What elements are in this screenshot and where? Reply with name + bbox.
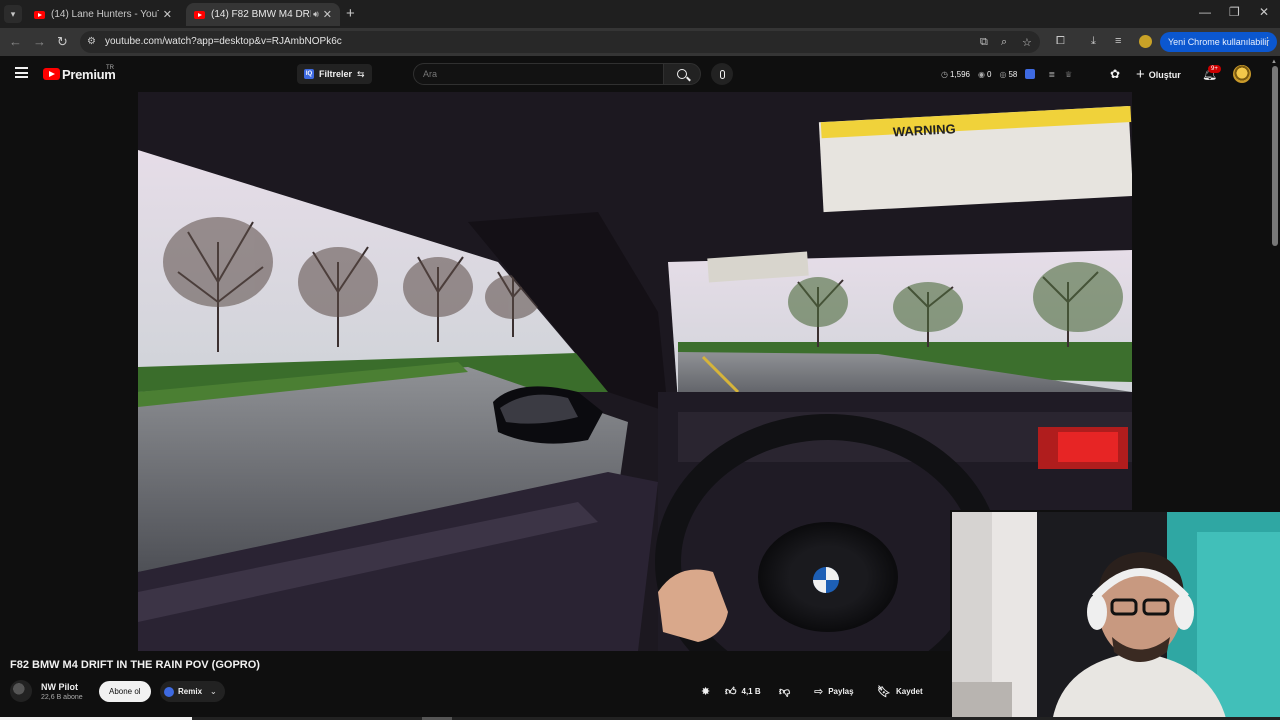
bookmark-icon: 🔖︎ xyxy=(877,686,891,698)
list-icon[interactable]: ≣ xyxy=(1048,70,1055,79)
account-avatar[interactable] xyxy=(1233,65,1251,83)
youtube-masthead: Premium TR IQ Filtreler ⇆ ◷1,596 ◉0 ◎58 … xyxy=(0,56,1280,92)
close-tab-icon[interactable]: ✕ xyxy=(163,8,172,21)
forward-icon[interactable]: → xyxy=(33,34,46,49)
menu-kebab-icon[interactable]: ⋮ xyxy=(1262,35,1273,48)
webcam-overlay xyxy=(950,510,1280,720)
save-label: Kaydet xyxy=(895,687,923,696)
url-text[interactable]: youtube.com/watch?app=desktop&v=RJAmbNOP… xyxy=(105,36,342,47)
eye-off-icon: ◎ xyxy=(999,69,1007,79)
create-button[interactable]: + Oluştur xyxy=(1136,66,1181,83)
search-input[interactable] xyxy=(413,63,663,85)
media-icon[interactable]: ≡ xyxy=(1115,35,1121,47)
logo-region: TR xyxy=(106,65,114,71)
microphone-icon xyxy=(719,69,725,79)
speaker-icon[interactable]: 🔊︎ xyxy=(313,9,319,20)
browser-tab-strip: ▾ (14) Lane Hunters - YouTube ✕ (14) F82… xyxy=(0,0,1280,28)
install-icon[interactable]: ⧉ xyxy=(980,36,988,49)
close-tab-icon[interactable]: ✕ xyxy=(323,8,332,21)
channel-name[interactable]: NW Pilot xyxy=(41,682,78,692)
tab-search-icon[interactable]: ▾ xyxy=(4,5,22,23)
search-icon xyxy=(677,69,687,79)
filters-button[interactable]: IQ Filtreler ⇆ xyxy=(297,64,372,84)
bookmark-star-icon[interactable]: ☆ xyxy=(1022,36,1032,49)
thumbs-up-icon: 👍︎ xyxy=(725,686,737,698)
like-button[interactable]: 👍︎ 4,1 B xyxy=(725,681,761,702)
search-button[interactable] xyxy=(663,63,701,85)
video-stats: ◷ 1,596 ◉ 0 ◎ 58 ≣ ♕ xyxy=(941,69,1074,79)
dislike-button[interactable]: 👎︎ xyxy=(779,681,790,702)
save-button[interactable]: 🔖︎ Kaydet xyxy=(877,681,923,702)
subscribe-button[interactable]: Abone ol xyxy=(99,681,151,702)
remix-icon xyxy=(164,686,174,697)
stat-views: 1,596 xyxy=(949,69,971,79)
close-window-icon[interactable]: ✕ xyxy=(1259,5,1269,19)
plus-icon: + xyxy=(1136,66,1145,83)
chrome-update-button[interactable]: Yeni Chrome kullanılabilir xyxy=(1160,32,1278,52)
browser-tab[interactable]: (14) Lane Hunters - YouTube ✕ xyxy=(26,3,180,26)
reload-icon[interactable]: ↻ xyxy=(57,34,68,50)
extensions-icon[interactable]: ⧠ xyxy=(1056,35,1065,48)
downloads-icon[interactable]: ⤓ xyxy=(1091,35,1096,48)
stat-dislikes: 58 xyxy=(1008,69,1018,79)
chevron-down-icon: ⌄ xyxy=(210,687,217,696)
notification-count-badge: 9+ xyxy=(1208,65,1221,73)
create-label: Oluştur xyxy=(1148,69,1181,80)
tab-title: (14) F82 BMW M4 DRIFT IN xyxy=(211,9,311,20)
channel-avatar[interactable] xyxy=(10,680,32,702)
stat-likes: 0 xyxy=(987,69,992,79)
youtube-favicon-icon xyxy=(194,10,205,19)
site-info-icon[interactable]: ⚙︎ xyxy=(87,36,96,47)
like-count: 4,1 B xyxy=(741,687,761,696)
youtube-logo-icon[interactable] xyxy=(43,68,60,80)
back-icon[interactable]: ← xyxy=(9,34,22,49)
hamburger-menu-icon[interactable] xyxy=(15,67,28,78)
restore-icon[interactable]: ❐ xyxy=(1229,5,1240,19)
webcam-image xyxy=(952,512,1280,720)
clock-icon: ◷ xyxy=(941,69,948,79)
share-icon: ⇨ xyxy=(814,686,824,698)
scroll-up-icon[interactable]: ▲ xyxy=(1271,59,1277,65)
extension-badge-icon: IQ xyxy=(304,69,314,79)
remix-label: Remix xyxy=(178,687,203,696)
minimize-icon[interactable]: — xyxy=(1199,5,1211,19)
filters-label: Filtreler xyxy=(319,69,353,79)
profile-icon[interactable] xyxy=(1139,35,1152,48)
browser-toolbar: ← → ↻ ⚙︎ youtube.com/watch?app=desktop&v… xyxy=(0,28,1280,56)
voice-search-button[interactable] xyxy=(711,63,733,85)
share-button[interactable]: ⇨ Paylaş xyxy=(814,681,854,702)
zoom-icon[interactable]: ⌕ xyxy=(1001,36,1007,49)
sliders-icon: ⇆ xyxy=(357,68,365,79)
address-bar[interactable]: ⚙︎ youtube.com/watch?app=desktop&v=RJAmb… xyxy=(80,31,1040,53)
page-scrollbar[interactable] xyxy=(1272,66,1278,246)
remix-button[interactable]: Remix ⌄ xyxy=(160,681,225,702)
tab-title: (14) Lane Hunters - YouTube xyxy=(51,9,159,20)
new-tab-icon[interactable]: + xyxy=(346,5,355,22)
video-title: F82 BMW M4 DRIFT IN THE RAIN POV (GOPRO) xyxy=(10,659,260,671)
browser-tab-active[interactable]: (14) F82 BMW M4 DRIFT IN 🔊︎ ✕ xyxy=(186,3,340,26)
eye-icon: ◉ xyxy=(978,69,985,79)
share-label: Paylaş xyxy=(828,687,854,696)
sparkle-icon: ✸ xyxy=(701,686,711,698)
youtube-favicon-icon xyxy=(34,10,45,19)
award-icon[interactable]: ♕ xyxy=(1065,70,1072,79)
extension-badge-icon[interactable] xyxy=(1025,69,1036,79)
sparkle-button[interactable]: ✸ xyxy=(701,681,710,702)
thumbs-down-icon: 👎︎ xyxy=(779,686,791,698)
subscriber-count: 22,6 B abone xyxy=(41,694,83,701)
cast-icon[interactable]: ✿ xyxy=(1110,67,1120,81)
